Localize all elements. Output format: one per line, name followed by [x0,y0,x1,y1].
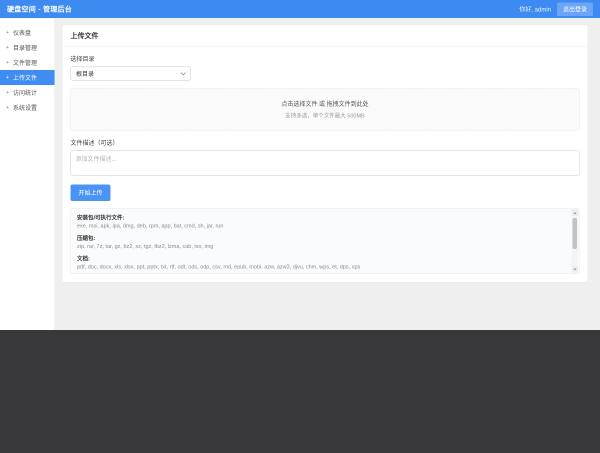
plus-icon: + [5,45,10,51]
scroll-up-arrow-icon[interactable] [572,210,579,217]
sidebar-item-label: 系统设置 [13,103,37,112]
dropzone-main-text: 点击选择文件 或 拖拽文件到此处 [281,100,368,109]
sidebar-item-label: 仪表盘 [13,28,31,37]
sidebar-item-dashboard[interactable]: + 仪表盘 [0,25,55,40]
allowed-types-panel: 安装包/可执行文件: exe, msi, apk, ipa, dmg, deb,… [71,208,580,274]
type-section-list: zip, rar, 7z, tar, gz, bz2, xz, tgz, tbz… [77,244,566,250]
sidebar-item-files[interactable]: + 文件管理 [0,55,55,70]
sidebar: + 仪表盘 + 目录管理 + 文件管理 + 上传文件 + 访问统计 [0,18,55,330]
header-right: 你好, admin 退出登录 [519,2,593,16]
body: + 仪表盘 + 目录管理 + 文件管理 + 上传文件 + 访问统计 [0,18,600,330]
dropzone-hint-text: 支持多选，单个文件最大 500MB [285,112,364,120]
type-section-title: 文档: [77,255,566,263]
sidebar-item-label: 文件管理 [13,58,37,67]
card-title: 上传文件 [63,25,588,47]
start-upload-button[interactable]: 开始上传 [71,185,111,202]
scroll-down-arrow-icon[interactable] [572,266,579,273]
sidebar-item-label: 目录管理 [13,43,37,52]
type-section-list: pdf, doc, docx, xls, xlsx, ppt, pptx, tx… [77,264,566,270]
sidebar-item-upload[interactable]: + 上传文件 [0,70,55,85]
user-greeting: 你好, admin [519,5,551,14]
sidebar-item-label: 访问统计 [13,88,37,97]
scrollbar-thumb[interactable] [573,218,578,249]
sidebar-item-directories[interactable]: + 目录管理 [0,40,55,55]
card-body: 选择目录 根目录 点击选择文件 或 拖拽文件到此处 支持多选，单个文件最大 50… [63,47,588,283]
allowed-types-content: 安装包/可执行文件: exe, msi, apk, ipa, dmg, deb,… [71,209,579,275]
directory-select-value: 根目录 [76,69,94,78]
type-section-title: 安装包/可执行文件: [77,214,566,222]
types-scrollbar[interactable] [572,210,579,273]
plus-icon: + [5,30,10,36]
plus-icon: + [5,90,10,96]
sidebar-item-label: 上传文件 [13,73,37,82]
main-content: 上传文件 选择目录 根目录 点击选择文件 或 拖拽文件到此处 支持多选，单个文件… [55,18,600,330]
app-title: 硬盘空间 - 管理后台 [7,4,72,14]
upload-card: 上传文件 选择目录 根目录 点击选择文件 或 拖拽文件到此处 支持多选，单个文件… [62,25,588,283]
type-section-list: exe, msi, apk, ipa, dmg, deb, rpm, app, … [77,223,566,229]
directory-select[interactable]: 根目录 [71,67,191,81]
top-header-bar: 硬盘空间 - 管理后台 你好, admin 退出登录 [0,0,600,18]
plus-icon: + [5,105,10,111]
description-label: 文件描述（可选） [71,139,580,148]
sidebar-item-settings[interactable]: + 系统设置 [0,100,55,115]
page: 硬盘空间 - 管理后台 你好, admin 退出登录 + 仪表盘 + 目录管理 … [0,0,600,453]
type-section-title: 压缩包: [77,234,566,242]
chevron-down-icon [181,70,186,75]
description-input[interactable] [71,151,580,176]
plus-icon: + [5,75,10,81]
viewport: 硬盘空间 - 管理后台 你好, admin 退出登录 + 仪表盘 + 目录管理 … [0,0,600,453]
plus-icon: + [5,60,10,66]
sidebar-item-stats[interactable]: + 访问统计 [0,85,55,100]
dark-footer-area [0,330,600,453]
file-dropzone[interactable]: 点击选择文件 或 拖拽文件到此处 支持多选，单个文件最大 500MB [71,89,580,131]
logout-button[interactable]: 退出登录 [557,2,593,16]
directory-label: 选择目录 [71,55,580,64]
